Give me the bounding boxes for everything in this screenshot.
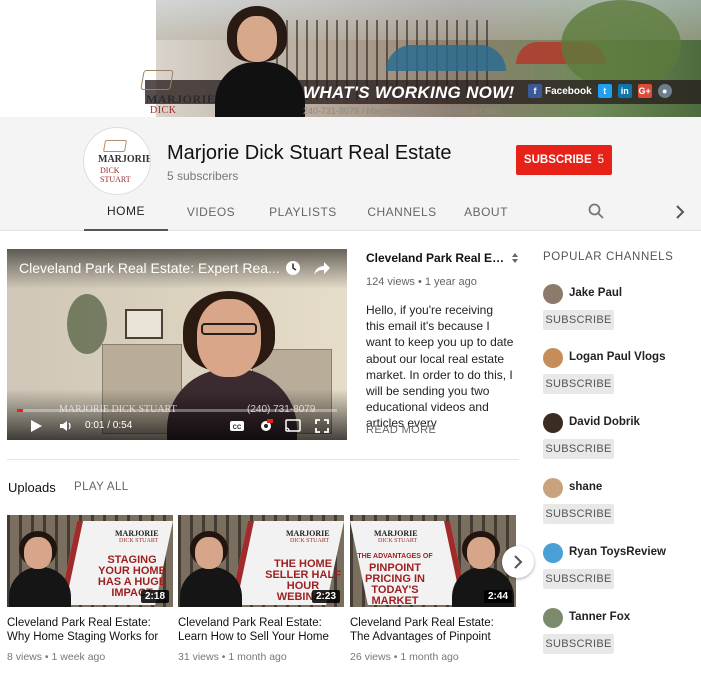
avatar[interactable] bbox=[543, 478, 563, 498]
search-icon[interactable] bbox=[588, 203, 604, 219]
thumbnail-subtext: THE ADVANTAGES OF bbox=[357, 553, 433, 560]
banner-contact: 240-731-8079 / Marjorie@MarjorieDickStua… bbox=[303, 106, 502, 116]
video-title[interactable]: Cleveland Park Real Estate: Learn How to … bbox=[178, 617, 344, 644]
popular-channel-item: Logan Paul Vlogs SUBSCRIBE bbox=[543, 348, 693, 398]
featured-video-title[interactable]: Cleveland Park Real Estate... bbox=[366, 251, 506, 265]
popular-channel-item: Jake Paul SUBSCRIBE bbox=[543, 284, 693, 334]
video-time: 0:01 / 0:54 bbox=[85, 420, 133, 431]
subscribe-button[interactable]: SUBSCRIBE bbox=[543, 634, 614, 654]
read-more-link[interactable]: READ MORE bbox=[366, 424, 436, 436]
play-all-button[interactable]: PLAY ALL bbox=[74, 481, 129, 493]
subscribe-button[interactable]: SUBSCRIBE 5 bbox=[516, 145, 612, 175]
popular-channel-item: Ryan ToysReview SUBSCRIBE bbox=[543, 543, 693, 593]
channel-name[interactable]: Tanner Fox bbox=[569, 611, 630, 623]
video-meta: 26 views • 1 month ago bbox=[350, 651, 459, 663]
video-meta: 31 views • 1 month ago bbox=[178, 651, 287, 663]
settings-icon[interactable] bbox=[259, 419, 273, 433]
subscribe-button[interactable]: SUBSCRIBE bbox=[543, 374, 614, 394]
twitter-icon[interactable]: t bbox=[597, 84, 612, 98]
share-icon[interactable] bbox=[313, 260, 331, 276]
watch-later-icon[interactable] bbox=[285, 260, 301, 276]
video-duration: 2:23 bbox=[311, 590, 340, 603]
thumbnail-text: PINPOINT PRICING IN TODAY'S MARKET bbox=[365, 562, 425, 607]
avatar[interactable] bbox=[543, 608, 563, 628]
channel-banner: MARJORIE DICK STUART WHAT'S WORKING NOW!… bbox=[0, 0, 701, 127]
channel-name[interactable]: David Dobrik bbox=[569, 416, 640, 428]
volume-icon[interactable] bbox=[59, 419, 73, 433]
facebook-link[interactable]: f Facebook bbox=[528, 84, 592, 98]
linkedin-icon[interactable]: in bbox=[617, 84, 632, 98]
channel-header: MARJORIE DICK STUART Marjorie Dick Stuar… bbox=[0, 117, 701, 231]
avatar[interactable] bbox=[543, 348, 563, 368]
video-title[interactable]: Cleveland Park Real Estate: The Advantage… bbox=[350, 617, 516, 644]
subscribe-button[interactable]: SUBSCRIBE bbox=[543, 439, 614, 459]
subscribe-button[interactable]: SUBSCRIBE bbox=[543, 569, 614, 589]
tab-home[interactable]: HOME bbox=[84, 193, 168, 231]
channel-name[interactable]: Logan Paul Vlogs bbox=[569, 351, 665, 363]
tab-channels[interactable]: CHANNELS bbox=[352, 193, 452, 231]
video-duration: 2:44 bbox=[483, 590, 512, 603]
googleplus-icon[interactable]: G+ bbox=[637, 84, 652, 98]
carousel-next-button[interactable] bbox=[502, 546, 534, 578]
section-divider bbox=[7, 459, 519, 460]
subscriber-count: 5 subscribers bbox=[167, 169, 239, 183]
banner-portrait bbox=[215, 0, 305, 117]
subscribe-button[interactable]: SUBSCRIBE bbox=[543, 504, 614, 524]
subscribe-count: 5 bbox=[597, 154, 605, 166]
facebook-icon: f bbox=[528, 84, 542, 98]
fullscreen-icon[interactable] bbox=[315, 419, 329, 433]
popular-channels-heading: POPULAR CHANNELS bbox=[543, 251, 674, 263]
cast-icon[interactable] bbox=[285, 419, 301, 433]
uploads-heading[interactable]: Uploads bbox=[8, 480, 56, 495]
video-progress-bar[interactable] bbox=[17, 409, 337, 412]
chevron-right-icon[interactable] bbox=[674, 205, 686, 219]
captions-icon[interactable]: CC bbox=[229, 419, 245, 433]
banner-social-links: f Facebook t in G+ ● bbox=[528, 84, 672, 98]
video-thumbnail[interactable]: MARJORIE DICK STUART THE HOME SELLER HAL… bbox=[178, 515, 344, 607]
avatar[interactable] bbox=[543, 284, 563, 304]
featured-video-player[interactable]: Cleveland Park Real Estate: Expert Rea..… bbox=[7, 249, 347, 440]
banner-headline: WHAT'S WORKING NOW! bbox=[303, 83, 515, 102]
channel-name[interactable]: Ryan ToysReview bbox=[569, 546, 666, 558]
video-duration: 2:18 bbox=[140, 590, 169, 603]
tab-videos[interactable]: VIDEOS bbox=[168, 193, 254, 231]
play-icon[interactable] bbox=[29, 419, 43, 433]
popular-channel-item: Tanner Fox SUBSCRIBE bbox=[543, 608, 693, 658]
sort-arrows-icon[interactable] bbox=[511, 252, 519, 264]
video-controls: 0:01 / 0:54 CC bbox=[7, 415, 347, 437]
featured-video-description: Hello, if you're receiving this email it… bbox=[366, 303, 514, 431]
channel-avatar[interactable]: MARJORIE DICK STUART bbox=[83, 127, 151, 195]
chevron-right-icon bbox=[514, 555, 523, 569]
tab-about[interactable]: ABOUT bbox=[452, 193, 520, 231]
channel-name[interactable]: shane bbox=[569, 481, 602, 493]
video-thumbnail[interactable]: MARJORIE DICK STUART THE ADVANTAGES OF P… bbox=[350, 515, 516, 607]
website-icon[interactable]: ● bbox=[657, 84, 672, 98]
tab-playlists[interactable]: PLAYLISTS bbox=[254, 193, 352, 231]
popular-channel-item: shane SUBSCRIBE bbox=[543, 478, 693, 528]
video-thumbnail[interactable]: MARJORIE DICK STUART STAGING YOUR HOME H… bbox=[7, 515, 173, 607]
featured-video-meta: 124 views • 1 year ago bbox=[366, 276, 477, 288]
video-title[interactable]: Cleveland Park Real Estate: Why Home Stag… bbox=[7, 617, 173, 644]
avatar[interactable] bbox=[543, 413, 563, 433]
avatar[interactable] bbox=[543, 543, 563, 563]
player-title[interactable]: Cleveland Park Real Estate: Expert Rea..… bbox=[19, 260, 281, 276]
banner-logo: MARJORIE DICK STUART bbox=[138, 70, 215, 127]
video-meta: 8 views • 1 week ago bbox=[7, 651, 106, 663]
popular-channel-item: David Dobrik SUBSCRIBE bbox=[543, 413, 693, 463]
subscribe-button[interactable]: SUBSCRIBE bbox=[543, 310, 614, 330]
channel-tabs: HOME VIDEOS PLAYLISTS CHANNELS ABOUT bbox=[84, 193, 520, 231]
channel-title: Marjorie Dick Stuart Real Estate bbox=[167, 142, 452, 164]
channel-name[interactable]: Jake Paul bbox=[569, 287, 622, 299]
svg-text:CC: CC bbox=[233, 425, 242, 431]
